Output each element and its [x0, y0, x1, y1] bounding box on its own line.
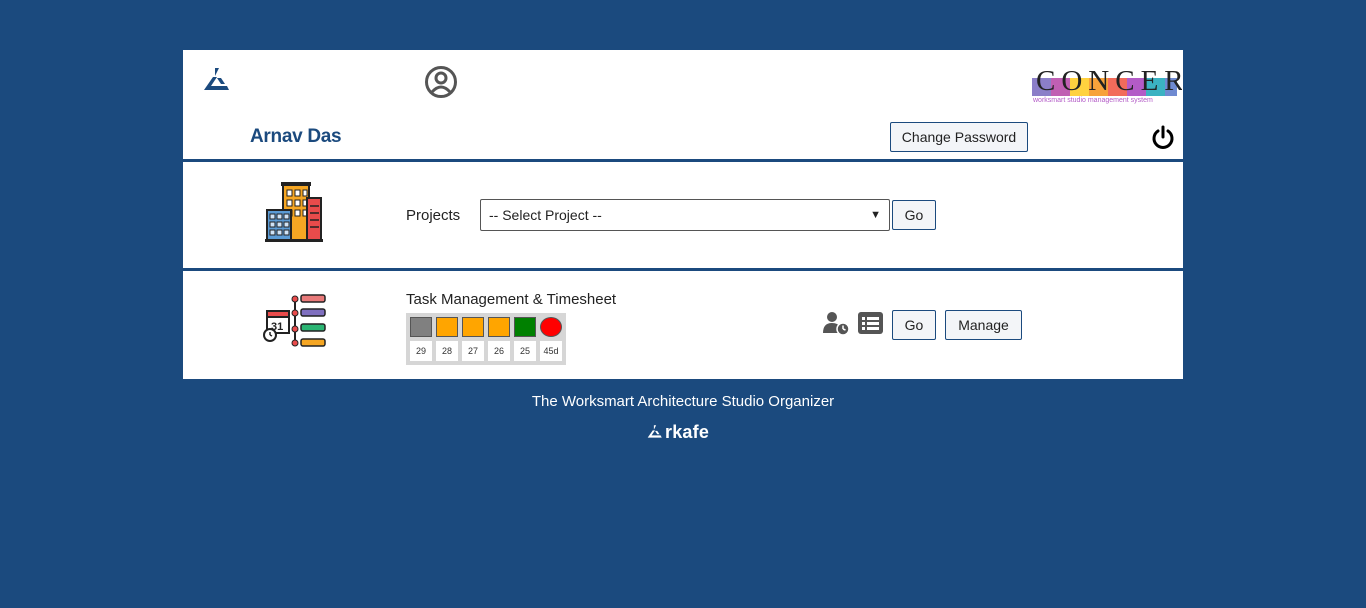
status-label: 26 [488, 341, 510, 361]
power-icon[interactable] [1150, 125, 1176, 151]
status-label: 45d [540, 341, 562, 361]
projects-label: Projects [406, 207, 461, 224]
buildings-icon [265, 182, 323, 242]
manage-button[interactable]: Manage [945, 310, 1022, 340]
tasks-title: Task Management & Timesheet [406, 291, 617, 308]
change-password-button[interactable]: Change Password [890, 122, 1028, 152]
status-label: 25 [514, 341, 536, 361]
user-name: Arnav Das [250, 126, 342, 147]
projects-row: Projects -- Select Project -- ▼ Go [183, 162, 1183, 268]
arkafe-mark-icon [647, 425, 662, 438]
concert-logo-text: CONCERT [1036, 65, 1182, 97]
status-label: 28 [436, 341, 458, 361]
user-clock-icon[interactable] [822, 311, 850, 335]
tasks-row: 31 Task Management & Timesheet 29 28 27 … [183, 271, 1183, 379]
project-select-value: -- Select Project -- [489, 207, 602, 223]
tasks-go-button[interactable]: Go [892, 310, 936, 340]
status-label: 27 [462, 341, 484, 361]
status-label: 29 [410, 341, 432, 361]
status-indicator-28 [436, 317, 458, 337]
status-indicator-29 [410, 317, 432, 337]
arkafe-footer-logo: rkafe [646, 421, 709, 443]
list-icon[interactable] [858, 312, 883, 334]
arkafe-mark-icon[interactable] [201, 66, 233, 94]
projects-go-button[interactable]: Go [892, 200, 936, 230]
status-indicator-45d [540, 317, 562, 337]
concert-logo: CONCERT worksmart studio management syst… [1032, 65, 1182, 104]
header-panel: CONCERT worksmart studio management syst… [183, 50, 1183, 159]
footer-tagline: The Worksmart Architecture Studio Organi… [531, 393, 835, 410]
profile-icon[interactable] [424, 65, 458, 99]
calendar-timeline-icon: 31 [263, 294, 326, 347]
footer-brand: rkafe [665, 421, 710, 442]
status-strip: 29 28 27 26 25 45d [406, 313, 566, 365]
chevron-down-icon: ▼ [870, 209, 881, 221]
project-select[interactable]: -- Select Project -- ▼ [480, 199, 890, 231]
status-indicator-27 [462, 317, 484, 337]
status-indicator-25 [514, 317, 536, 337]
status-indicator-26 [488, 317, 510, 337]
concert-logo-tagline: worksmart studio management system [1032, 97, 1153, 104]
